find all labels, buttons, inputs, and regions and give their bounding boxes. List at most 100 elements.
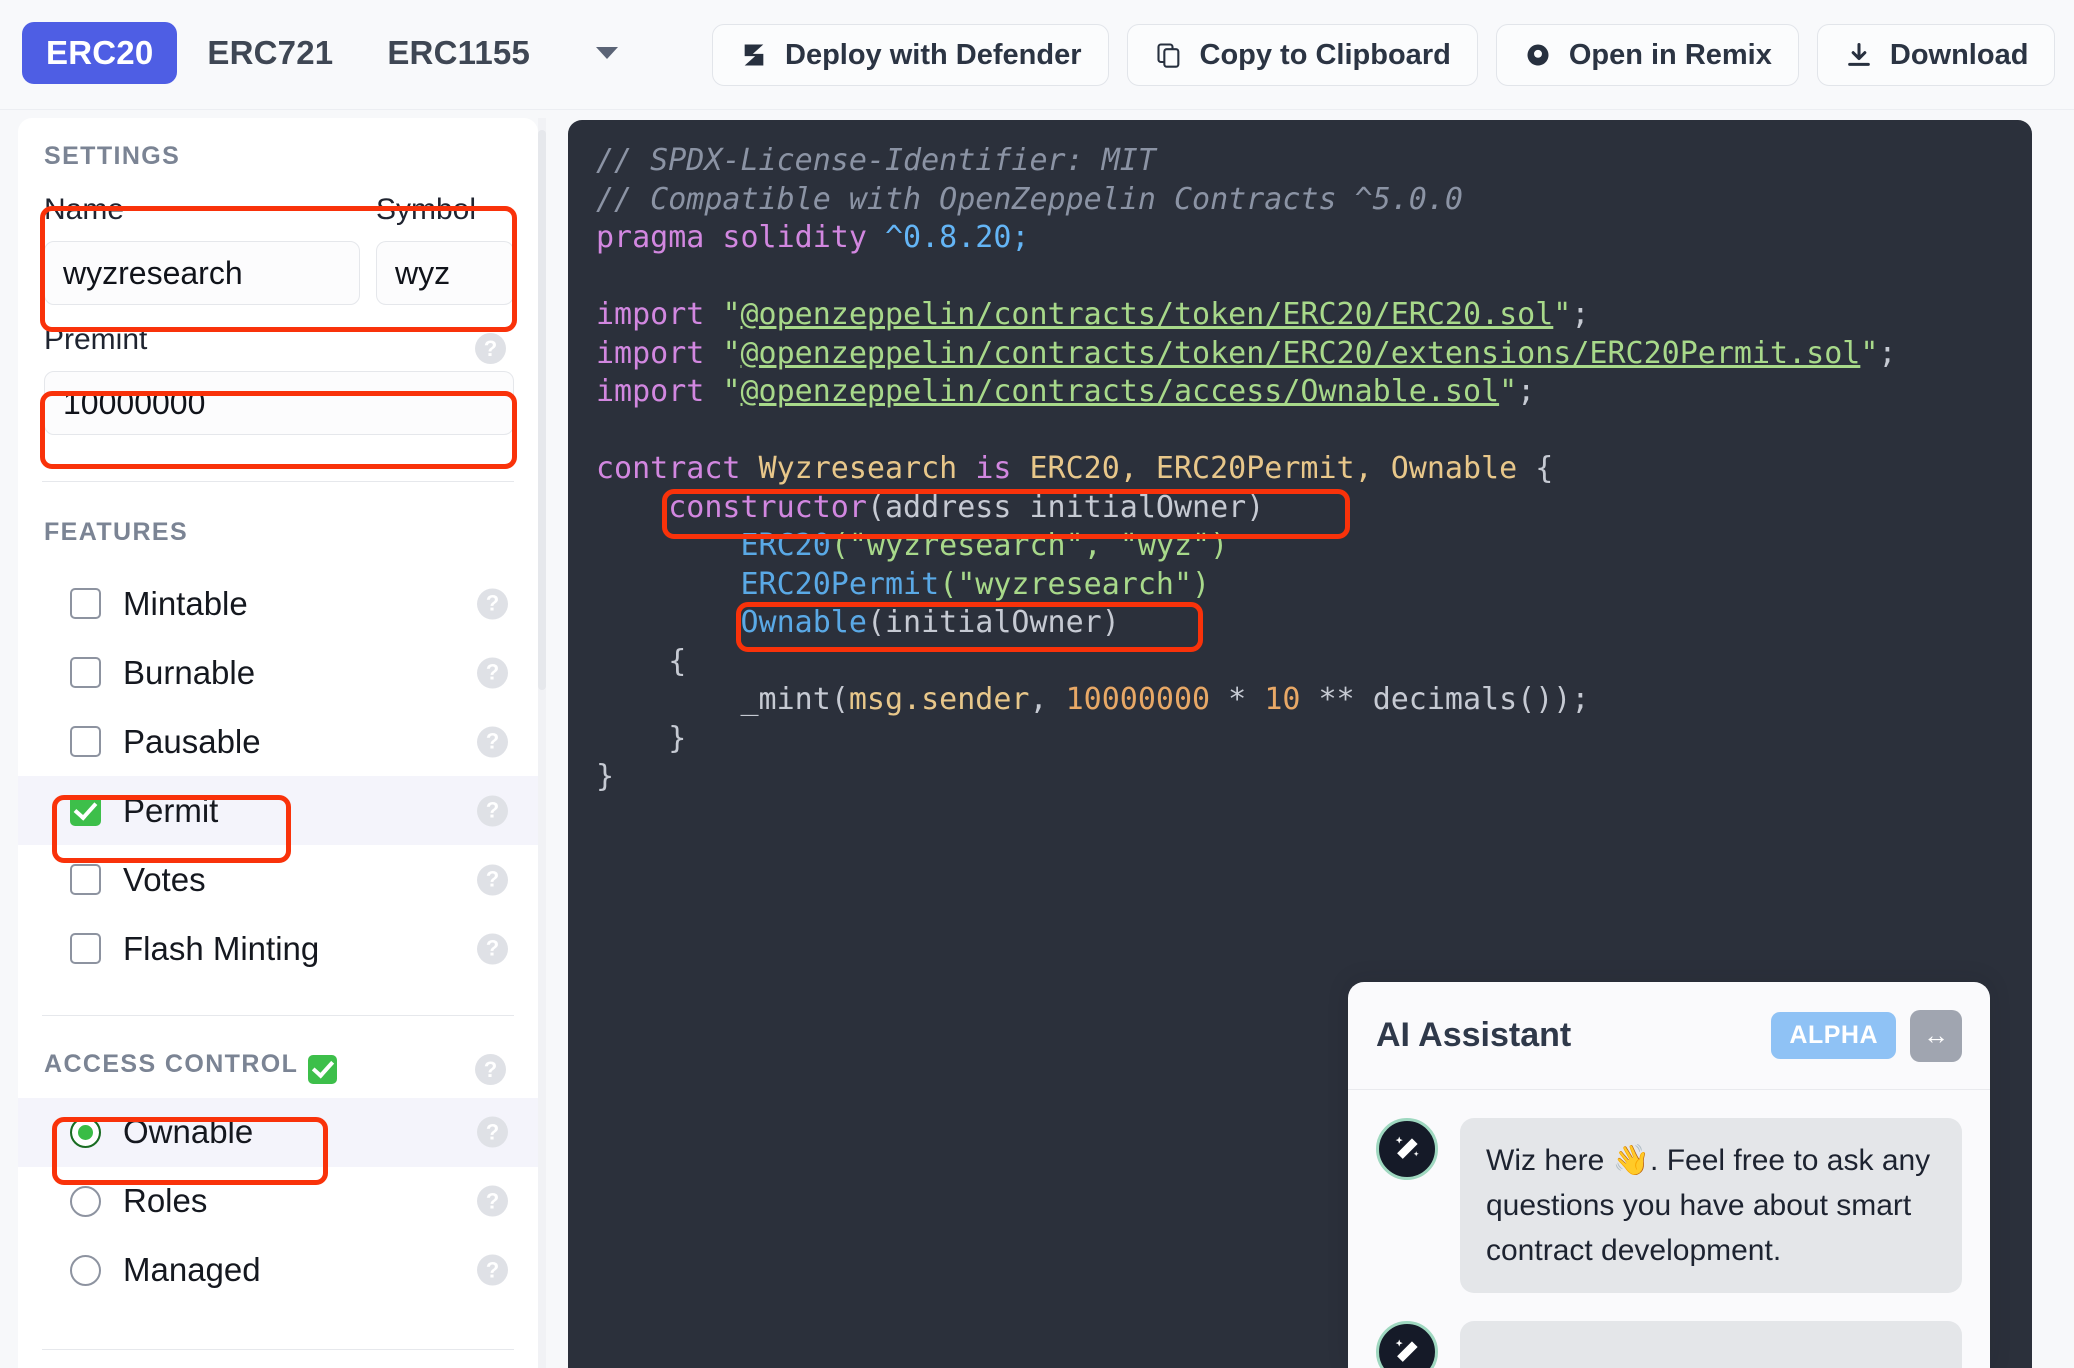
premint-input[interactable]: [44, 371, 514, 435]
checkbox-mintable[interactable]: [70, 588, 101, 619]
feature-votes[interactable]: Votes ?: [18, 845, 538, 914]
radio-ownable[interactable]: [70, 1116, 101, 1148]
feature-flash-minting[interactable]: Flash Minting ?: [18, 914, 538, 983]
feature-label: Flash Minting: [123, 929, 320, 967]
help-icon[interactable]: ?: [477, 726, 508, 757]
access-control-managed[interactable]: Managed ?: [18, 1236, 538, 1305]
code-init-erc20-args: ("wyzresearch", "wyz"): [830, 528, 1229, 563]
open-in-remix-button[interactable]: Open in Remix: [1495, 24, 1799, 86]
name-label: Name: [44, 193, 125, 226]
access-control-label: Ownable: [123, 1113, 254, 1150]
access-control-label: Roles: [123, 1182, 208, 1219]
solidity-source[interactable]: // SPDX-License-Identifier: MIT // Compa…: [596, 142, 1896, 797]
top-bar: ERC20 ERC721 ERC1155 Deploy with Defende…: [0, 0, 2074, 110]
code-mint-exp-base: 10: [1264, 682, 1301, 717]
code-constructor-keyword: constructor: [668, 489, 867, 525]
access-control-enabled-check-icon[interactable]: [308, 1054, 338, 1084]
access-control-heading: ACCESS CONTROL: [18, 1050, 538, 1084]
tab-erc721[interactable]: ERC721: [183, 22, 357, 84]
code-init-ownable: Ownable: [740, 605, 867, 640]
remix-icon: [1523, 40, 1553, 70]
help-icon[interactable]: ?: [477, 795, 508, 826]
code-import-path[interactable]: @openzeppelin/contracts/token/ERC20/ERC2…: [741, 297, 1554, 332]
access-control-heading-label: ACCESS CONTROL: [44, 1050, 299, 1078]
code-mint-fn: _mint: [740, 682, 831, 717]
code-import-keyword: import: [596, 374, 705, 409]
defender-z-icon: [739, 40, 769, 70]
deploy-with-defender-button[interactable]: Deploy with Defender: [712, 24, 1109, 86]
code-pragma-keyword: pragma solidity: [596, 220, 867, 255]
radio-roles[interactable]: [70, 1185, 101, 1217]
download-label: Download: [1889, 38, 2029, 71]
access-control-roles[interactable]: Roles ?: [18, 1167, 538, 1236]
code-constructor-params: (address initialOwner): [866, 489, 1265, 525]
symbol-input[interactable]: [376, 241, 514, 305]
code-pragma-version: ^0.8.20;: [885, 220, 1030, 255]
premint-label: Premint: [44, 323, 148, 356]
code-mint-sender: msg.sender: [848, 682, 1030, 717]
symbol-label: Symbol: [376, 193, 477, 226]
ai-assistant-header: AI Assistant ALPHA ↔: [1348, 982, 1990, 1090]
code-contract-keyword: contract: [596, 451, 741, 486]
feature-label: Pausable: [123, 722, 261, 760]
download-button[interactable]: Download: [1816, 24, 2056, 86]
sidebar-scrollbar-thumb[interactable]: [538, 130, 546, 690]
ai-message: [1348, 1293, 1990, 1368]
code-is-keyword: is: [975, 451, 1012, 486]
ai-message-text: [1460, 1321, 1962, 1368]
tab-erc1155[interactable]: ERC1155: [363, 22, 554, 84]
feature-permit[interactable]: Permit ?: [18, 776, 538, 845]
copy-to-clipboard-button[interactable]: Copy to Clipboard: [1126, 24, 1478, 86]
code-comment-compat: // Compatible with OpenZeppelin Contract…: [596, 181, 1463, 217]
resize-horizontal-icon[interactable]: ↔: [1910, 1009, 1962, 1062]
checkbox-flash-minting[interactable]: [70, 933, 101, 964]
ai-assistant-title: AI Assistant: [1376, 1016, 1572, 1054]
feature-label: Mintable: [123, 584, 248, 622]
tab-erc20[interactable]: ERC20: [22, 22, 178, 84]
features-heading: FEATURES: [44, 518, 189, 546]
help-icon[interactable]: ?: [477, 933, 508, 964]
name-input[interactable]: [44, 241, 360, 305]
code-import-path[interactable]: @openzeppelin/contracts/token/ERC20/exte…: [741, 336, 1861, 371]
deploy-with-defender-label: Deploy with Defender: [785, 38, 1082, 71]
ai-message: Wiz here 👋. Feel free to ask any questio…: [1348, 1090, 1990, 1293]
feature-burnable[interactable]: Burnable ?: [18, 638, 538, 707]
help-icon[interactable]: ?: [475, 333, 506, 364]
checkbox-votes[interactable]: [70, 864, 101, 895]
feature-label: Permit: [123, 791, 219, 829]
code-init-permit-args: ("wyzresearch"): [939, 566, 1211, 602]
code-import-path[interactable]: @openzeppelin/contracts/access/Ownable.s…: [741, 374, 1500, 409]
help-icon[interactable]: ?: [477, 864, 508, 895]
help-icon[interactable]: ?: [475, 1054, 506, 1085]
action-buttons: Deploy with Defender Copy to Clipboard O…: [712, 24, 2056, 86]
code-contract-bases: ERC20, ERC20Permit, Ownable: [1029, 451, 1518, 486]
help-icon[interactable]: ?: [477, 1185, 508, 1217]
settings-sidebar: SETTINGS Name Symbol Premint ? FEATURES …: [18, 118, 538, 1368]
radio-managed[interactable]: [70, 1254, 101, 1286]
access-control-ownable[interactable]: Ownable ?: [18, 1097, 538, 1167]
help-icon[interactable]: ?: [477, 588, 508, 619]
help-icon[interactable]: ?: [477, 1254, 508, 1286]
download-icon: [1844, 40, 1874, 70]
checkbox-permit[interactable]: [70, 795, 101, 826]
code-import-keyword: import: [596, 335, 705, 371]
checkbox-burnable[interactable]: [70, 657, 101, 688]
code-init-ownable-args: (initialOwner): [866, 605, 1120, 640]
feature-label: Burnable: [123, 653, 256, 691]
magic-wand-icon: [1376, 1321, 1438, 1368]
code-init-permit: ERC20Permit: [740, 566, 940, 602]
feature-pausable[interactable]: Pausable ?: [18, 707, 538, 776]
checkbox-pausable[interactable]: [70, 726, 101, 757]
code-init-erc20: ERC20: [740, 528, 831, 563]
contract-type-tabs: ERC20 ERC721 ERC1155: [22, 22, 618, 84]
code-import-keyword: import: [596, 297, 705, 332]
open-in-remix-label: Open in Remix: [1568, 38, 1772, 71]
feature-mintable[interactable]: Mintable ?: [18, 569, 538, 638]
help-icon[interactable]: ?: [477, 657, 508, 688]
feature-label: Votes: [123, 860, 206, 898]
alpha-badge[interactable]: ALPHA: [1771, 1012, 1896, 1059]
chevron-down-icon[interactable]: [596, 47, 618, 59]
code-comment-license: // SPDX-License-Identifier: MIT: [596, 143, 1156, 178]
help-icon[interactable]: ?: [477, 1116, 508, 1148]
ai-assistant-panel: AI Assistant ALPHA ↔ Wiz here 👋. Feel fr…: [1348, 982, 1990, 1368]
